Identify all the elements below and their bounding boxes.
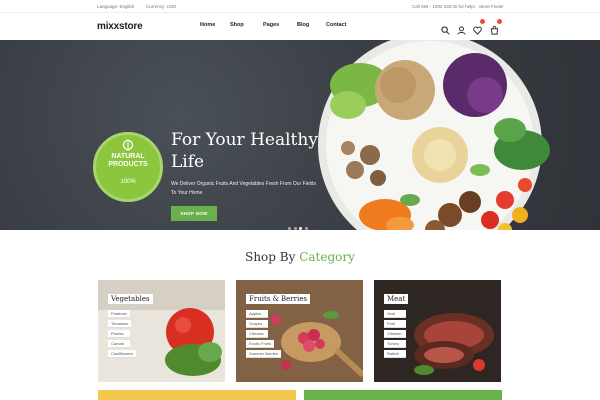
subcategory-link[interactable]: Pork xyxy=(384,320,406,328)
badge-line-1: NATURAL xyxy=(111,153,145,160)
subcategory-link[interactable]: Rabbit xyxy=(384,350,406,358)
subcategory-link[interactable]: Apples xyxy=(246,310,268,318)
slide-dot-active[interactable] xyxy=(299,227,302,230)
subcategory-link[interactable]: Pickles xyxy=(108,330,130,338)
category-subitems: Veal Pork Chicken Turkey Rabbit xyxy=(384,310,406,360)
cart-icon[interactable] xyxy=(490,19,502,35)
slide-dot[interactable] xyxy=(304,227,308,230)
category-card-partial xyxy=(98,390,296,400)
category-title[interactable]: Meat xyxy=(384,294,409,304)
shop-now-button[interactable]: SHOP NOW xyxy=(171,206,217,221)
subcategory-link[interactable]: Cauliflowers xyxy=(108,350,136,358)
section-title: Shop By Category xyxy=(0,250,600,264)
subcategory-link[interactable]: Tomatoes xyxy=(108,320,132,328)
badge-line-2: PRODUCTS xyxy=(108,161,148,168)
chevron-down-icon: ▾ xyxy=(201,22,204,27)
subcategory-link[interactable]: Chicken xyxy=(384,330,406,338)
subcategory-link[interactable]: Veal xyxy=(384,310,406,318)
slide-dot[interactable] xyxy=(288,227,291,230)
subcategory-link[interactable]: Turkey xyxy=(384,340,406,348)
store-finder-link[interactable]: Store Finder xyxy=(479,4,504,9)
site-logo[interactable]: mixxstore xyxy=(97,21,143,32)
chevron-down-icon: ▾ xyxy=(231,22,234,27)
subcategory-link[interactable]: Grapes xyxy=(246,320,268,328)
currency-selector[interactable]: Currency: USD xyxy=(146,4,176,9)
badge-label: NATURAL PRODUCTS xyxy=(93,153,163,169)
category-card-meat[interactable]: Meat Veal Pork Chicken Turkey Rabbit xyxy=(374,280,501,382)
category-subitems: Potatoes Tomatoes Pickles Carrots Caulif… xyxy=(108,310,136,360)
category-card-vegetables[interactable]: Vegetables Potatoes Tomatoes Pickles Car… xyxy=(98,280,225,382)
heart-icon[interactable] xyxy=(473,19,485,35)
hero-subtitle: We Deliver Organic Fruits And Vegetables… xyxy=(171,181,316,196)
subcategory-link[interactable]: Carrots xyxy=(108,340,130,348)
cart-count-badge xyxy=(497,19,502,24)
call-help-text: Call 084 - 1000 333 00 for help! xyxy=(412,4,476,9)
wishlist-count-badge xyxy=(480,19,485,24)
subcategory-link[interactable]: Citruses xyxy=(246,330,268,338)
category-card-partial xyxy=(304,390,502,400)
category-title[interactable]: Vegetables xyxy=(108,294,153,304)
hero-banner: NATURAL PRODUCTS 100% For Your Healthy L… xyxy=(0,40,600,230)
leaf-icon xyxy=(122,139,134,151)
chevron-down-icon: ▾ xyxy=(298,22,301,27)
slide-dot[interactable] xyxy=(293,227,297,230)
badge-percent: 100% xyxy=(120,179,136,185)
nav-label: Contact xyxy=(326,22,347,28)
site-header: mixxstore Home ▾ Shop ▾ Pages ▾ Blog ▾ Conta… xyxy=(0,13,600,40)
category-subitems: Apples Grapes Citruses Exotic Fruits Sum… xyxy=(246,310,281,360)
category-title[interactable]: Fruits & Berries xyxy=(246,294,310,304)
language-selector[interactable]: Language: English xyxy=(97,4,134,9)
subcategory-link[interactable]: Exotic Fruits xyxy=(246,340,275,348)
hero-title: For Your Healthy Life xyxy=(171,130,318,172)
subcategory-link[interactable]: Potatoes xyxy=(108,310,130,318)
section-title-accent: Category xyxy=(299,250,355,264)
chevron-down-icon: ▾ xyxy=(264,22,267,27)
salad-bowl-image xyxy=(318,40,550,230)
top-utility-bar: Language: English Currency: USD Call 084… xyxy=(0,0,600,13)
search-icon[interactable] xyxy=(441,22,450,35)
user-icon[interactable] xyxy=(457,22,466,35)
subcategory-link[interactable]: Summer Berries xyxy=(246,350,281,358)
slider-dots xyxy=(288,217,310,235)
section-title-prefix: Shop By xyxy=(245,250,296,264)
category-card-fruits-berries[interactable]: Fruits & Berries Apples Grapes Citruses … xyxy=(236,280,363,382)
